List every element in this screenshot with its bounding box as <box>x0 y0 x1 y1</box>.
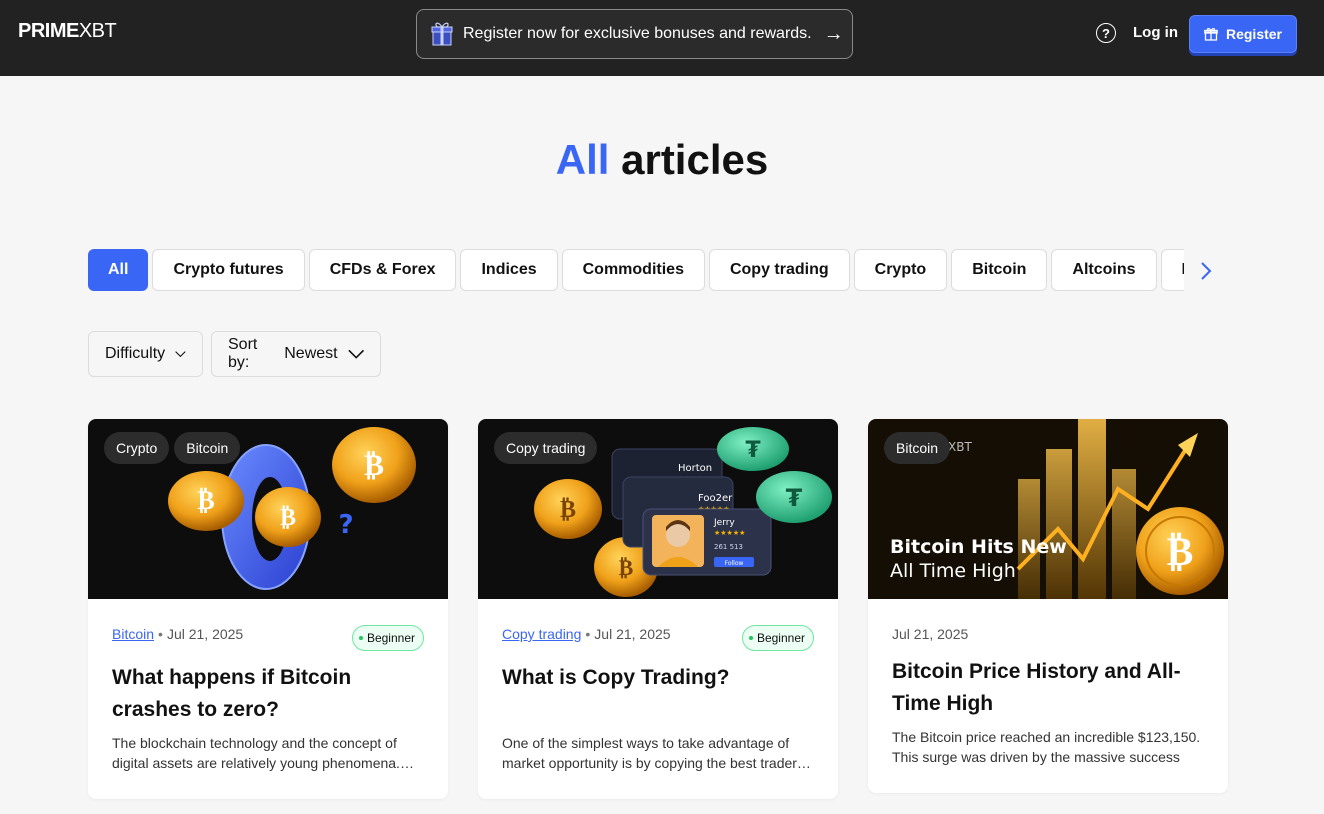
trader-name: Jerry <box>713 518 735 528</box>
article-tags: Copy trading <box>494 432 598 464</box>
category-tabs: All Crypto futures CFDs & Forex Indices Comm… <box>88 249 1184 291</box>
svg-text:₿: ₿ <box>619 556 634 581</box>
article-card[interactable]: ₿ XBT Bitcoin Hits New All Time High Bit… <box>868 419 1228 793</box>
register-promo-banner[interactable]: Register now for exclusive bonuses and r… <box>416 9 853 59</box>
article-image: ₿ XBT Bitcoin Hits New All Time High Bit… <box>868 419 1228 599</box>
tag-pill[interactable]: Bitcoin <box>174 432 241 464</box>
help-icon[interactable]: ? <box>1096 23 1116 43</box>
svg-text:₮: ₮ <box>786 484 803 512</box>
difficulty-badge: Beginner <box>351 625 424 651</box>
tab-altcoins[interactable]: Altcoins <box>1051 249 1157 291</box>
article-meta: Copy trading • Jul 21, 2025 <box>502 626 671 642</box>
svg-text:₿: ₿ <box>1167 529 1194 575</box>
svg-text:★★★★★: ★★★★★ <box>714 529 745 537</box>
article-meta: Jul 21, 2025 <box>892 626 968 642</box>
top-header: PRIMEXBT Register now for exclusive bonu… <box>0 0 1324 76</box>
register-button[interactable]: Register <box>1189 15 1297 53</box>
svg-text:₿: ₿ <box>364 448 384 483</box>
tab-crypto[interactable]: Crypto <box>853 249 948 291</box>
article-title[interactable]: What happens if Bitcoin crashes to zero? <box>112 662 422 726</box>
article-title[interactable]: What is Copy Trading? <box>502 662 812 694</box>
status-dot-icon <box>358 636 363 640</box>
difficulty-label: Beginner <box>366 631 415 645</box>
article-tags: Bitcoin <box>884 432 951 464</box>
image-headline-line2: All Time High <box>890 560 1016 582</box>
tab-cfds-forex[interactable]: CFDs & Forex <box>308 249 457 291</box>
separator: • <box>158 626 163 642</box>
article-card[interactable]: ₿ ₿ Horton ★★★★★ Foo2er ★★★★★ Jerry ★★★★… <box>478 419 838 799</box>
register-label: Register <box>1225 26 1283 42</box>
gift-icon <box>1204 28 1218 41</box>
difficulty-label: Beginner <box>756 631 805 645</box>
article-meta: Bitcoin • Jul 21, 2025 <box>112 626 243 642</box>
page-title-rest: articles <box>621 136 769 183</box>
difficulty-badge: Beginner <box>741 625 814 651</box>
tab-commodities[interactable]: Commodities <box>561 249 705 291</box>
svg-text:₮: ₮ <box>745 438 761 463</box>
category-link[interactable]: Bitcoin <box>112 626 154 642</box>
tab-indices[interactable]: Indices <box>460 249 558 291</box>
trader-name: Foo2er <box>698 493 733 504</box>
sort-dropdown[interactable]: Sort by: Newest <box>211 331 381 377</box>
article-card[interactable]: ₿ ₿ ₿ ? Crypto Bitcoin Bitcoin • Jul 21,… <box>88 419 448 799</box>
trader-name: Horton <box>678 463 712 474</box>
article-date: Jul 21, 2025 <box>594 626 671 642</box>
tag-pill[interactable]: Copy trading <box>494 432 598 464</box>
svg-text:₿: ₿ <box>280 503 296 531</box>
brand-watermark: XBT <box>948 440 972 454</box>
article-image: ₿ ₿ ₿ ? Crypto Bitcoin <box>88 419 448 599</box>
logo-main: PRIME <box>18 20 79 42</box>
logo-suffix: XBT <box>78 20 117 42</box>
logo[interactable]: PRIMEXBT <box>18 20 117 43</box>
tag-pill[interactable]: Bitcoin <box>884 432 951 464</box>
svg-text:?: ? <box>338 510 353 540</box>
page-title: All articles <box>0 136 1324 184</box>
tag-pill[interactable]: Crypto <box>104 432 170 464</box>
tabs-scroll-right-button[interactable] <box>1196 259 1216 283</box>
tab-bitcoin[interactable]: Bitcoin <box>951 249 1048 291</box>
article-excerpt: One of the simplest ways to take advanta… <box>502 735 811 771</box>
chevron-right-icon <box>1201 262 1212 280</box>
tab-crypto-futures[interactable]: Crypto futures <box>152 249 305 291</box>
page-title-accent: All <box>555 136 610 183</box>
article-excerpt: The Bitcoin price reached an incredible … <box>892 729 1201 765</box>
article-date: Jul 21, 2025 <box>892 626 969 642</box>
login-link[interactable]: Log in <box>1133 24 1178 41</box>
tab-all[interactable]: All <box>88 249 149 291</box>
image-headline-line1: Bitcoin Hits New <box>890 536 1067 558</box>
category-link[interactable]: Copy trading <box>502 626 581 642</box>
svg-text:₿: ₿ <box>197 486 214 516</box>
arrow-right-icon: → <box>823 22 844 45</box>
tab-defi[interactable]: DeFi <box>1160 249 1184 291</box>
chevron-down-icon <box>347 349 364 359</box>
article-excerpt: The blockchain technology and the concep… <box>112 735 414 771</box>
status-dot-icon <box>748 636 753 640</box>
tab-copy-trading[interactable]: Copy trading <box>708 249 850 291</box>
trader-stats: 261 513 <box>714 543 743 551</box>
article-title[interactable]: Bitcoin Price History and All-Time High <box>892 656 1202 720</box>
difficulty-label: Difficulty <box>105 345 166 362</box>
gift-box-icon <box>431 22 453 46</box>
article-date: Jul 21, 2025 <box>166 626 244 642</box>
banner-text: Register now for exclusive bonuses and r… <box>463 25 812 42</box>
difficulty-dropdown[interactable]: Difficulty <box>88 331 203 377</box>
svg-text:₿: ₿ <box>560 495 576 523</box>
chevron-down-icon <box>175 351 186 358</box>
separator: • <box>585 626 591 642</box>
article-image: ₿ ₿ Horton ★★★★★ Foo2er ★★★★★ Jerry ★★★★… <box>478 419 838 599</box>
sort-value: Newest <box>284 345 338 362</box>
follow-label: Follow <box>725 560 744 567</box>
article-tags: Crypto Bitcoin <box>104 432 241 464</box>
sort-prefix: Sort by: <box>228 336 258 371</box>
